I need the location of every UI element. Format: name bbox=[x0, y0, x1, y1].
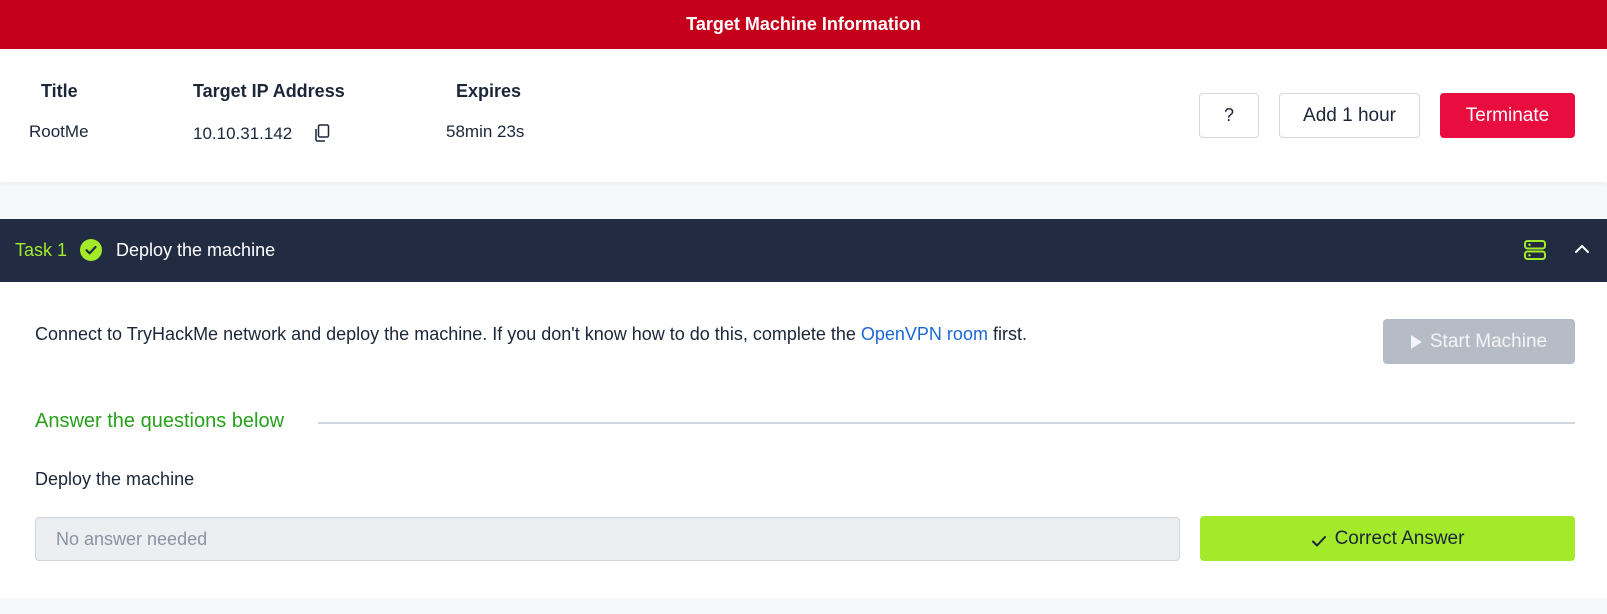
add-hour-button[interactable]: Add 1 hour bbox=[1279, 93, 1420, 138]
task-header[interactable]: Task 1 Deploy the machine bbox=[0, 219, 1607, 282]
ip-header: Target IP Address bbox=[193, 81, 345, 101]
correct-answer-button[interactable]: Correct Answer bbox=[1200, 516, 1575, 561]
question-label: Deploy the machine bbox=[35, 469, 195, 489]
banner-title: Target Machine Information bbox=[686, 14, 921, 34]
terminate-button[interactable]: Terminate bbox=[1440, 93, 1575, 138]
task-number: Task 1 bbox=[15, 240, 68, 260]
expires-header: Expires bbox=[456, 81, 522, 101]
start-machine-label: Start Machine bbox=[1429, 330, 1548, 352]
help-button[interactable]: ? bbox=[1199, 93, 1259, 138]
answer-input[interactable] bbox=[35, 517, 1180, 561]
task-body: Connect to TryHackMe network and deploy … bbox=[0, 282, 1607, 598]
task-description: Connect to TryHackMe network and deploy … bbox=[35, 324, 1027, 345]
server-icon[interactable] bbox=[1524, 240, 1546, 260]
play-icon bbox=[1410, 334, 1422, 349]
title-header: Title bbox=[41, 81, 78, 101]
openvpn-room-link[interactable]: OpenVPN room bbox=[861, 324, 988, 344]
machine-title-value: RootMe bbox=[29, 122, 89, 141]
copy-icon[interactable] bbox=[314, 124, 330, 142]
correct-answer-label: Correct Answer bbox=[1334, 527, 1465, 549]
ip-value[interactable]: 10.10.31.142 bbox=[193, 124, 292, 144]
task-title: Deploy the machine bbox=[116, 240, 276, 260]
description-text-end: first. bbox=[987, 324, 1027, 344]
check-circle-icon bbox=[80, 239, 102, 261]
checkmark-icon bbox=[1311, 532, 1327, 546]
target-machine-banner: Target Machine Information bbox=[0, 0, 1607, 49]
description-text: Connect to TryHackMe network and deploy … bbox=[35, 324, 861, 344]
answer-section-heading: Answer the questions below bbox=[35, 410, 285, 432]
expires-value: 58min 23s bbox=[446, 122, 525, 141]
divider bbox=[318, 422, 1575, 424]
start-machine-button[interactable]: Start Machine bbox=[1383, 319, 1575, 364]
chevron-up-icon[interactable] bbox=[1574, 242, 1590, 256]
